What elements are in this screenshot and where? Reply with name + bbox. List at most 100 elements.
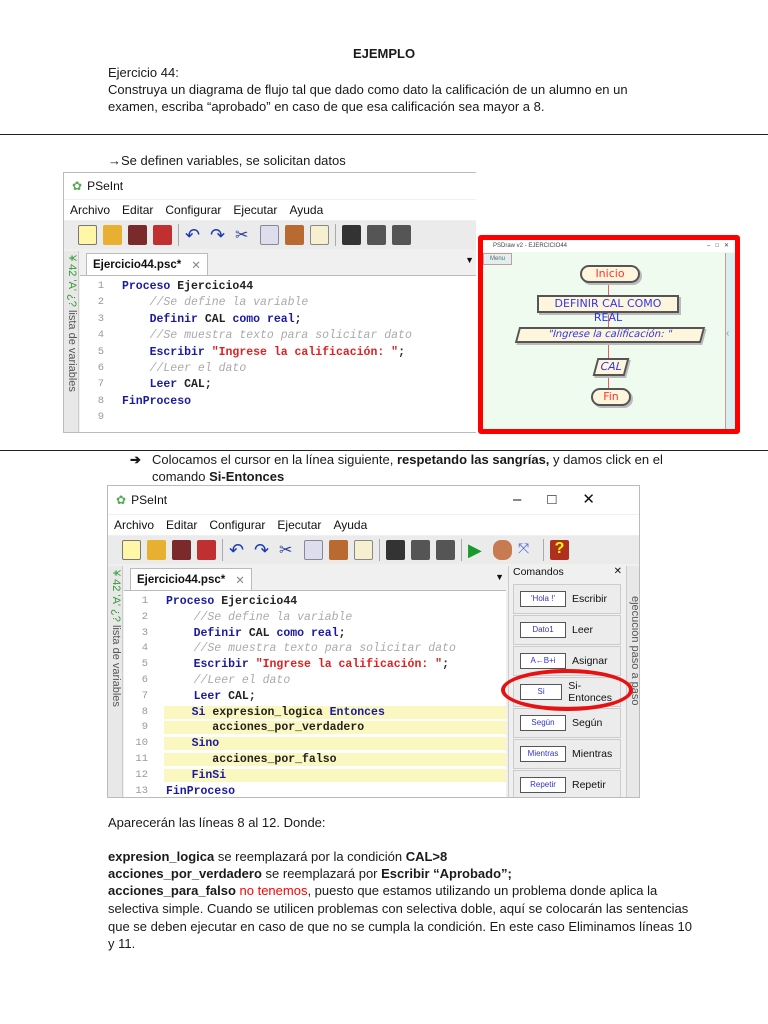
code-token: FinSi (164, 768, 227, 782)
menu-editar[interactable]: Editar (166, 518, 197, 532)
tab-bar: Ejercicio44.psc* ✕ ▼ (80, 251, 476, 275)
explanation-line-1: expresion_logica se reemplazará por la c… (108, 848, 447, 866)
find-next-icon[interactable] (392, 225, 411, 245)
indent-icon[interactable] (354, 540, 373, 560)
highlight-circle (501, 669, 633, 711)
command-repetir[interactable]: Repetir Repetir (513, 770, 621, 797)
tab-bar: Ejercicio44.psc* ✕ ▼ (124, 566, 506, 590)
tab-dropdown-icon[interactable]: ▼ (465, 255, 474, 265)
code-line: Proceso Ejercicio44 (122, 280, 253, 293)
code-token: ; (294, 312, 302, 326)
cut-icon[interactable]: ✂ (235, 225, 254, 245)
step-2-text: comando (152, 469, 210, 484)
code-token: "Ingrese la calificación: " (255, 658, 443, 672)
save-icon[interactable] (128, 225, 147, 245)
exercise-number: Ejercicio 44: (108, 65, 179, 80)
code-editor[interactable]: 1 Proceso Ejercicio44 2 //Se define la var… (124, 590, 506, 797)
variables-side-panel[interactable]: ¥ 42 'A' ¿? lista de variables (108, 566, 123, 797)
flowchart-menu-button[interactable]: Menu (483, 253, 512, 265)
tab-dropdown-icon[interactable]: ▼ (495, 572, 504, 582)
redo-icon[interactable]: ↷ (254, 540, 273, 560)
menu-configurar[interactable]: Configurar (165, 203, 221, 217)
find-prev-icon[interactable] (367, 225, 386, 245)
line-number: 11 (135, 753, 148, 765)
code-token: //Se define la variable (122, 296, 309, 310)
step-2-text: y damos click en el (549, 452, 663, 467)
code-token: //Se define la variable (166, 610, 353, 624)
paste-icon[interactable] (285, 225, 304, 245)
toolbar-separator (335, 224, 336, 246)
step-2-emphasis: respetando las sangrías, (396, 452, 550, 467)
toolbar-separator (461, 539, 462, 561)
command-mientras[interactable]: Mientras Mientras (513, 739, 621, 769)
open-folder-icon[interactable] (103, 225, 122, 245)
new-file-icon[interactable] (122, 540, 141, 560)
command-label: Repetir (572, 779, 606, 791)
line-number: 6 (141, 674, 148, 686)
line-number: 8 (97, 394, 104, 407)
save-as-icon[interactable] (197, 540, 216, 560)
tab-ejercicio44[interactable]: Ejercicio44.psc* ✕ (86, 253, 208, 275)
toolbar-separator (379, 539, 380, 561)
redo-icon[interactable]: ↷ (210, 225, 229, 245)
menu-configurar[interactable]: Configurar (209, 518, 265, 532)
undo-icon[interactable]: ↶ (229, 540, 248, 560)
cut-icon[interactable]: ✂ (279, 540, 298, 560)
term: acciones_para_falso (108, 883, 236, 898)
open-folder-icon[interactable] (147, 540, 166, 560)
window-controls-icon[interactable]: –□✕ (513, 490, 621, 508)
line-number: 7 (141, 689, 148, 702)
copy-icon[interactable] (304, 540, 323, 560)
paste-icon[interactable] (329, 540, 348, 560)
find-prev-icon[interactable] (411, 540, 430, 560)
menu-ejecutar[interactable]: Ejecutar (233, 203, 277, 217)
copy-icon[interactable] (260, 225, 279, 245)
save-icon[interactable] (172, 540, 191, 560)
menu-ayuda[interactable]: Ayuda (333, 518, 367, 532)
indent-icon[interactable] (310, 225, 329, 245)
close-tab-icon[interactable]: ✕ (235, 573, 245, 587)
code-token: Leer (122, 378, 185, 392)
tab-label: Ejercicio44.psc* (93, 258, 182, 271)
command-leer[interactable]: Dato1 Leer (513, 615, 621, 645)
find-next-icon[interactable] (436, 540, 455, 560)
pseint-window-2: ✿ PSeInt –□✕ Archivo Editar Configurar Ejecu… (107, 485, 640, 798)
close-tab-icon[interactable]: ✕ (191, 258, 201, 272)
menu-archivo[interactable]: Archivo (114, 518, 154, 532)
command-label: Asignar (572, 655, 608, 667)
menu-bar: Archivo Editar Configurar Ejecutar Ayuda (108, 515, 639, 535)
help-icon[interactable]: ? (550, 540, 569, 560)
step-by-step-icon[interactable] (493, 540, 512, 560)
tab-ejercicio44[interactable]: Ejercicio44.psc* ✕ (130, 568, 252, 590)
save-as-icon[interactable] (153, 225, 172, 245)
menu-editar[interactable]: Editar (122, 203, 153, 217)
step-2-command: Si-Entonces (209, 469, 285, 484)
new-file-icon[interactable] (78, 225, 97, 245)
toolbar: ↶ ↷ ✂ (64, 221, 476, 249)
find-icon[interactable] (342, 225, 361, 245)
command-escribir[interactable]: 'Hola !' Escribir (513, 584, 621, 614)
flow-end: Fin (591, 388, 631, 406)
code-editor[interactable]: 1 Proceso Ejercicio44 2 //Se define la var… (80, 275, 476, 432)
draw-flowchart-icon[interactable]: ⤧ (518, 540, 537, 560)
flow-output: "Ingrese la calificación: " (514, 327, 706, 343)
code-token: FinProceso (122, 394, 192, 408)
code-token: Definir (166, 626, 249, 640)
menu-ejecutar[interactable]: Ejecutar (277, 518, 321, 532)
code-token: acciones_por_falso (164, 753, 337, 766)
variables-side-panel[interactable]: ¥ 42 'A' ¿? lista de variables (64, 251, 79, 432)
window-controls-icon[interactable]: – □ ✕ (707, 240, 729, 252)
run-icon[interactable]: ▶ (468, 540, 487, 560)
command-según[interactable]: Según Según (513, 708, 621, 738)
close-commands-icon[interactable]: ✕ (614, 566, 622, 577)
find-icon[interactable] (386, 540, 405, 560)
flowchart-side-handle[interactable]: ‹ (725, 253, 735, 429)
code-token: //Leer el dato (122, 362, 247, 375)
menu-archivo[interactable]: Archivo (70, 203, 110, 217)
code-line: FinProceso (166, 785, 235, 797)
menu-ayuda[interactable]: Ayuda (289, 203, 323, 217)
undo-icon[interactable]: ↶ (185, 225, 204, 245)
explanation-intro: Aparecerán las líneas 8 al 12. Donde: (108, 815, 326, 830)
title-bar: ✿ PSeInt (64, 173, 476, 199)
line-number: 1 (97, 280, 104, 292)
